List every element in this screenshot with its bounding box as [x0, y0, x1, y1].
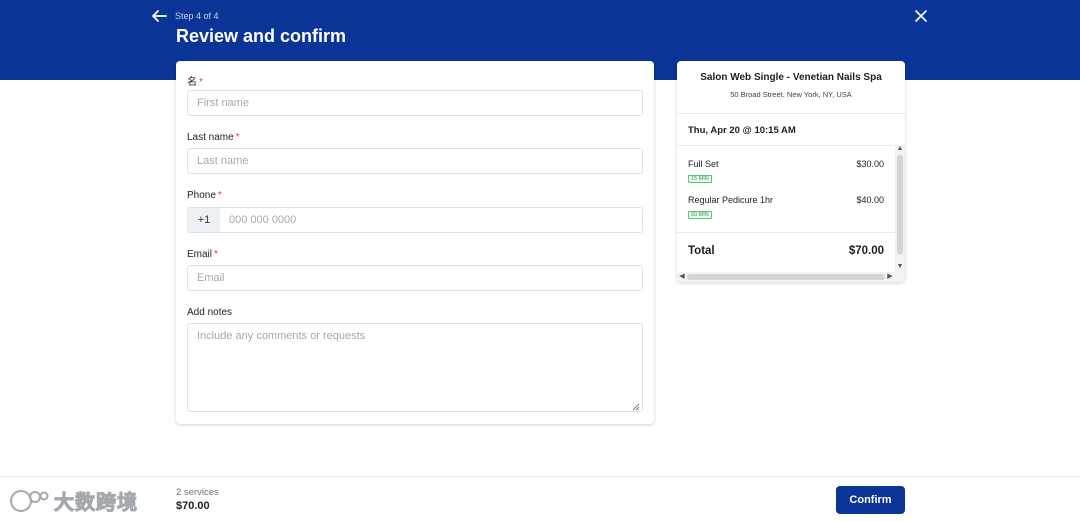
confirm-button[interactable]: Confirm	[836, 486, 905, 514]
resize-grip-icon[interactable]	[632, 403, 640, 411]
first-name-label-text: 名	[187, 77, 197, 88]
service-price: $30.00	[856, 159, 884, 169]
phone-label: Phone *	[187, 190, 222, 201]
salon-name: Salon Web Single - Venetian Nails Spa	[700, 72, 882, 83]
service-count: 2 services	[176, 487, 219, 498]
contact-form-card: 名* Last name* Phone* +1 Email* Add notes	[176, 61, 654, 424]
scroll-down-icon[interactable]: ▼	[895, 263, 905, 271]
scroll-right-icon[interactable]: ▶	[885, 273, 895, 281]
divider	[677, 145, 905, 146]
scroll-left-icon[interactable]: ◀	[677, 273, 687, 281]
watermark-logo-icon	[10, 489, 49, 512]
required-marker: *	[199, 77, 203, 88]
phone-field: +1	[187, 207, 643, 233]
watermark-text: 大数跨境	[54, 492, 138, 515]
scrollbar-thumb[interactable]	[897, 155, 903, 255]
required-marker: *	[217, 190, 222, 201]
back-button[interactable]	[150, 8, 168, 24]
arrow-left-icon	[152, 10, 167, 22]
close-icon	[915, 10, 927, 22]
booking-summary-card: Salon Web Single - Venetian Nails Spa 50…	[677, 61, 905, 282]
email-label: Email *	[187, 249, 218, 260]
duration-badge: 60 MIN	[688, 211, 712, 219]
first-name-input[interactable]	[187, 90, 643, 116]
email-input[interactable]	[187, 265, 643, 291]
salon-address: 50 Broad Street, New York, NY, USA	[730, 90, 852, 99]
vertical-scrollbar[interactable]: ▲ ▼	[895, 145, 905, 273]
email-label-text: Email	[187, 249, 213, 260]
scroll-up-icon[interactable]: ▲	[895, 145, 905, 153]
appointment-datetime: Thu, Apr 20 @ 10:15 AM	[688, 125, 796, 136]
footer-bar: 2 services $70.00 Confirm	[0, 476, 1080, 521]
step-indicator: Step 4 of 4	[175, 11, 219, 21]
watermark: 大数跨境	[8, 486, 138, 515]
required-marker: *	[235, 132, 240, 143]
total-label: Total	[688, 245, 715, 257]
scrollbar-thumb[interactable]	[687, 274, 885, 280]
country-code-prefix[interactable]: +1	[188, 208, 220, 232]
last-name-label: Last name *	[187, 132, 240, 143]
service-price: $40.00	[856, 195, 884, 205]
duration-badge: 15 MIN	[688, 175, 712, 183]
notes-textarea[interactable]	[187, 323, 643, 412]
notes-label: Add notes	[187, 307, 233, 318]
last-name-label-text: Last name	[187, 132, 234, 143]
horizontal-scrollbar[interactable]: ◀ ▶	[677, 272, 905, 282]
service-name: Regular Pedicure 1hr	[688, 195, 774, 205]
phone-label-text: Phone	[187, 190, 216, 201]
close-button[interactable]	[914, 9, 928, 23]
service-name: Full Set	[688, 159, 719, 169]
first-name-label: 名 *	[187, 73, 203, 88]
divider	[677, 232, 895, 233]
phone-input[interactable]	[220, 208, 642, 232]
last-name-input[interactable]	[187, 148, 643, 174]
total-value: $70.00	[848, 245, 884, 257]
divider	[677, 113, 905, 114]
required-marker: *	[214, 249, 218, 260]
footer-total: $70.00	[176, 500, 210, 512]
page-title: Review and confirm	[176, 26, 347, 46]
